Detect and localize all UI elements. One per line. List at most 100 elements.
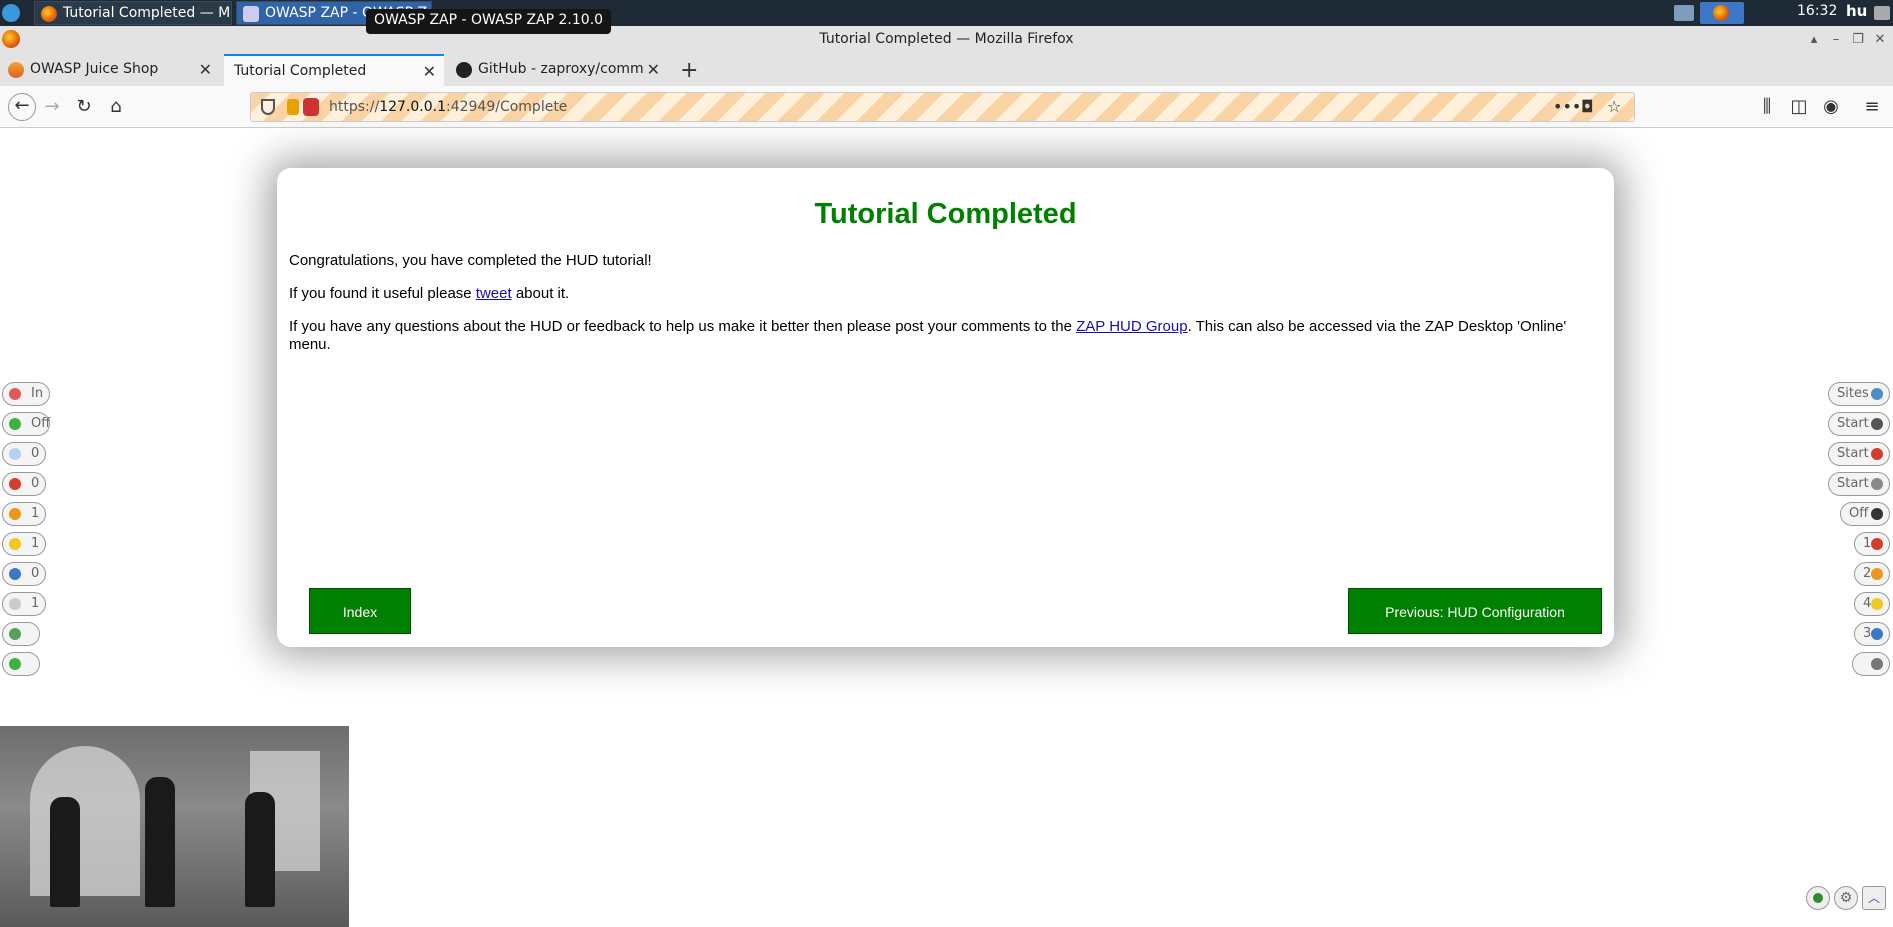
- url-host: 127.0.0.1: [379, 99, 446, 115]
- hud-left-button-green-dot[interactable]: Off: [2, 412, 50, 436]
- hud-right-button-spider[interactable]: Start: [1828, 412, 1890, 436]
- comment-icon: [9, 598, 21, 610]
- close-window-icon[interactable]: ✕: [1871, 31, 1889, 49]
- hud-button-label: Sites: [1837, 386, 1869, 401]
- close-tab-icon[interactable]: ✕: [423, 62, 436, 81]
- menu-icon[interactable]: ≡: [1860, 95, 1884, 119]
- os-taskbar: Tutorial Completed — M... OWASP ZAP - OW…: [0, 0, 1893, 26]
- window-up-icon[interactable]: ▴: [1805, 31, 1823, 49]
- video-frame: [50, 797, 80, 907]
- reload-button[interactable]: ↻: [72, 95, 96, 119]
- page-content: Tutorial Completed Congratulations, you …: [0, 128, 1893, 927]
- firefox-icon: [41, 6, 57, 22]
- settings-gear-icon[interactable]: ⚙: [1834, 886, 1858, 910]
- tab-label: OWASP Juice Shop: [30, 61, 159, 77]
- taskbar-task-label: Tutorial Completed — M...: [63, 5, 232, 21]
- orange-flag-icon: [9, 508, 21, 520]
- hud-left-button-red-flag[interactable]: 0: [2, 472, 46, 496]
- hud-button-label: 1: [31, 596, 40, 611]
- navigation-bar: ← → ↻ ⌂ https://127.0.0.1:42949/Complete…: [0, 86, 1893, 128]
- red-flag-icon: [9, 478, 21, 490]
- display-icon[interactable]: [1674, 5, 1694, 21]
- feedback-text: If you have any questions about the HUD …: [289, 318, 1599, 354]
- taskbar-task-firefox[interactable]: Tutorial Completed — M...: [34, 1, 232, 25]
- hud-right-button-orange-flag[interactable]: 2: [1854, 562, 1890, 586]
- tab-tutorial-completed[interactable]: Tutorial Completed ✕: [224, 54, 444, 86]
- congrats-text: Congratulations, you have completed the …: [289, 252, 652, 269]
- zap-icon: [243, 6, 259, 22]
- hud-left-button-comment[interactable]: 1: [2, 592, 46, 616]
- hud-right-button-flame[interactable]: Start: [1828, 472, 1890, 496]
- green-dot-icon: [9, 418, 21, 430]
- text: If you have any questions about the HUD …: [289, 318, 1077, 335]
- tab-github[interactable]: GitHub - zaproxy/comm ✕: [448, 54, 668, 86]
- blue-flag-icon: [1871, 628, 1883, 640]
- maximize-icon[interactable]: ❐: [1849, 31, 1867, 49]
- target-icon: [9, 388, 21, 400]
- hud-left-button-orange-flag[interactable]: 1: [2, 502, 46, 526]
- plus-icon: [9, 658, 21, 670]
- account-icon[interactable]: ◉: [1819, 95, 1843, 119]
- close-tab-icon[interactable]: ✕: [199, 60, 212, 79]
- video-player[interactable]: [0, 726, 349, 927]
- page-title: Tutorial Completed: [814, 198, 1077, 230]
- lock-warning-icon[interactable]: [287, 99, 299, 115]
- hud-right-button-yellow-flag[interactable]: 4: [1854, 592, 1890, 616]
- hud-right-button-crosshair[interactable]: Off: [1840, 502, 1890, 526]
- url-bar[interactable]: https://127.0.0.1:42949/Complete ••• ◘ ☆: [250, 92, 1635, 122]
- hud-right-button-panel[interactable]: [1852, 652, 1890, 676]
- forward-button[interactable]: →: [40, 95, 64, 119]
- flame-icon: [1871, 478, 1883, 490]
- library-icon[interactable]: ⫼: [1755, 95, 1779, 119]
- page-actions-icon[interactable]: •••: [1553, 97, 1581, 116]
- tracking-shield-icon[interactable]: [261, 99, 275, 115]
- os-menu-icon[interactable]: [2, 4, 20, 22]
- hud-left-button-lightbulb[interactable]: 0: [2, 442, 46, 466]
- expand-up-icon[interactable]: ︿: [1862, 886, 1886, 910]
- index-button[interactable]: Index: [309, 588, 411, 634]
- tab-bar: OWASP Juice Shop ✕ Tutorial Completed ✕ …: [0, 54, 1893, 86]
- hud-button-label: In: [31, 386, 44, 401]
- remote-control-icon: [303, 98, 319, 116]
- hud-left-button-target[interactable]: In: [2, 382, 50, 406]
- hud-button-label: 3: [1863, 626, 1872, 641]
- window-title: Tutorial Completed — Mozilla Firefox: [819, 31, 1074, 47]
- minimize-icon[interactable]: –: [1827, 31, 1845, 49]
- hud-right-button-blue-flag[interactable]: 3: [1854, 622, 1890, 646]
- tray-firefox-button[interactable]: [1700, 2, 1744, 24]
- hud-left-button-yellow-flag[interactable]: 1: [2, 532, 46, 556]
- pocket-icon[interactable]: ◘: [1581, 97, 1594, 116]
- hud-button-label: Off: [1849, 506, 1869, 521]
- yellow-flag-icon: [9, 538, 21, 550]
- hud-left-button-blue-flag[interactable]: 0: [2, 562, 46, 586]
- hud-status-icon[interactable]: [1806, 886, 1830, 910]
- hud-right-button-globe[interactable]: Sites: [1828, 382, 1890, 406]
- ajax-spider-icon: [1871, 448, 1883, 460]
- battery-icon: [1874, 6, 1890, 20]
- hud-left-button-page-add[interactable]: [2, 622, 40, 646]
- hud-right-button-red-flag[interactable]: 1: [1854, 532, 1890, 556]
- back-button[interactable]: ←: [8, 93, 36, 121]
- tab-label: Tutorial Completed: [234, 63, 367, 79]
- yellow-flag-icon: [1871, 598, 1883, 610]
- hud-right-button-ajax-spider[interactable]: Start: [1828, 442, 1890, 466]
- hud-left-button-plus[interactable]: [2, 652, 40, 676]
- hud-button-label: 0: [31, 566, 40, 581]
- home-button[interactable]: ⌂: [104, 95, 128, 119]
- lightbulb-icon: [9, 448, 21, 460]
- tab-juice-shop[interactable]: OWASP Juice Shop ✕: [0, 54, 220, 86]
- zap-hud-group-link[interactable]: ZAP HUD Group: [1076, 318, 1187, 335]
- hud-button-label: Start: [1837, 416, 1869, 431]
- new-tab-button[interactable]: +: [680, 58, 698, 83]
- hud-button-label: Start: [1837, 476, 1869, 491]
- hud-button-label: 0: [31, 476, 40, 491]
- bookmark-star-icon[interactable]: ☆: [1607, 97, 1621, 116]
- close-tab-icon[interactable]: ✕: [647, 60, 660, 79]
- tweet-link[interactable]: tweet: [476, 285, 512, 302]
- clock: 16:32: [1797, 3, 1838, 19]
- previous-button[interactable]: Previous: HUD Configuration: [1348, 588, 1602, 634]
- tooltip: OWASP ZAP - OWASP ZAP 2.10.0: [366, 9, 612, 34]
- hud-button-label: 2: [1863, 566, 1872, 581]
- sidebar-icon[interactable]: ◫: [1787, 95, 1811, 119]
- page-add-icon: [9, 628, 21, 640]
